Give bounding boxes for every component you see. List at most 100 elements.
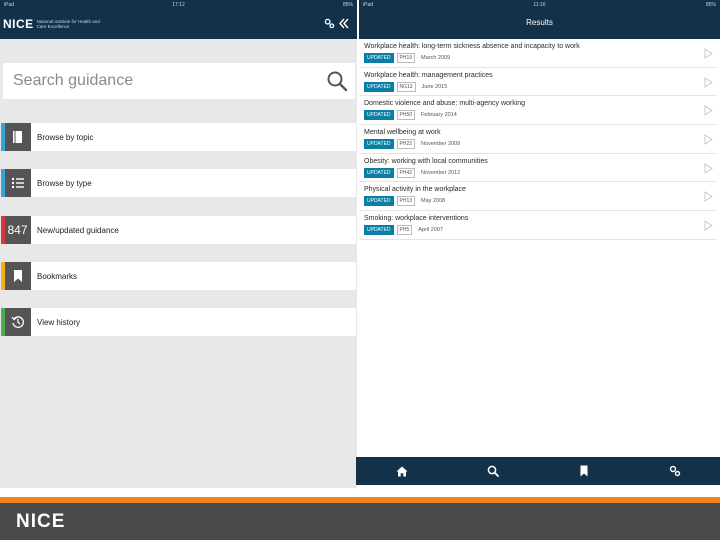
- result-date: May 2008: [421, 198, 446, 205]
- results-list: Workplace health: long-term sickness abs…: [359, 39, 717, 240]
- result-meta: UPDATED PH42 November 2012: [364, 167, 717, 178]
- tab-home[interactable]: [356, 457, 447, 485]
- search-input[interactable]: [13, 63, 313, 99]
- reference-badge: PH50: [396, 110, 416, 121]
- status-badge: UPDATED: [364, 53, 394, 63]
- play-icon[interactable]: [704, 48, 713, 59]
- accent-bar: [1, 308, 5, 336]
- nice-logo[interactable]: NICE National Institute for Health and C…: [3, 17, 101, 31]
- clock: 17:12: [172, 2, 185, 8]
- logo-subtitle: National Institute for Health and Care E…: [36, 19, 100, 29]
- status-badge: UPDATED: [364, 167, 394, 178]
- menu-label: View history: [37, 317, 80, 327]
- result-row[interactable]: Workplace health: long-term sickness abs…: [359, 39, 717, 68]
- result-date: February 2014: [421, 112, 457, 119]
- result-row[interactable]: Domestic violence and abuse: multi-agenc…: [359, 96, 717, 126]
- search-icon[interactable]: [326, 70, 348, 92]
- bookmark-icon: [580, 465, 587, 477]
- tab-search[interactable]: [447, 457, 538, 485]
- footer-bar: NICE: [0, 503, 720, 540]
- result-row[interactable]: Smoking: workplace interventions UPDATED…: [359, 211, 717, 240]
- tab-bookmarks[interactable]: [538, 457, 629, 485]
- left-pane: iPad 17:12 85% NICE National Institute f…: [0, 0, 357, 488]
- menu-new-updated-guidance[interactable]: 847 New/updated guidance: [1, 216, 356, 244]
- result-date: June 2015: [421, 83, 448, 90]
- reference-badge: PH13: [396, 196, 416, 207]
- play-icon[interactable]: [704, 105, 713, 117]
- status-badge: UPDATED: [364, 225, 394, 236]
- status-badge: UPDATED: [364, 196, 394, 207]
- result-row[interactable]: Obesity: working with local communities …: [359, 154, 717, 183]
- result-title[interactable]: Obesity: working with local communities: [364, 158, 717, 165]
- result-title[interactable]: Domestic violence and abuse: multi-agenc…: [364, 100, 717, 107]
- reference-badge: PH19: [396, 53, 416, 63]
- result-date: April 2007: [418, 227, 444, 234]
- menu-label: Browse by type: [37, 178, 92, 188]
- menu-view-history[interactable]: View history: [1, 308, 356, 336]
- result-meta: UPDATED PH22 November 2009: [364, 139, 717, 150]
- accent-bar: [1, 262, 5, 290]
- home-icon: [396, 466, 407, 476]
- result-meta: UPDATED NG13 June 2015: [364, 81, 717, 92]
- result-date: November 2009: [421, 141, 461, 148]
- status-bar-left: iPad 17:12 85%: [0, 0, 357, 10]
- book-icon: [12, 131, 22, 143]
- search-box: [3, 63, 355, 99]
- collapse-icon[interactable]: [339, 18, 349, 32]
- menu-label: Browse by topic: [37, 132, 94, 142]
- logo-word: NICE: [3, 17, 34, 31]
- result-title[interactable]: Workplace health: management practices: [364, 72, 717, 79]
- bookmark-icon: [13, 270, 22, 282]
- play-icon[interactable]: [704, 162, 713, 174]
- right-pane: iPad 11:16 85% Results Workplace health:…: [356, 0, 720, 488]
- result-date: March 2009: [421, 55, 451, 61]
- result-meta: UPDATED PH50 February 2014: [364, 110, 717, 121]
- footer-logo: NICE: [16, 511, 66, 532]
- result-title[interactable]: Mental wellbeing at work: [364, 129, 717, 136]
- accent-bar: [1, 123, 5, 151]
- search-icon: [487, 465, 499, 477]
- settings-icon: [669, 465, 680, 477]
- list-icon: [11, 177, 24, 189]
- menu-icon-box: [1, 123, 31, 151]
- app-header-left: NICE National Institute for Health and C…: [0, 10, 357, 39]
- accent-bar: [1, 216, 5, 244]
- menu-browse-by-type[interactable]: Browse by type: [1, 169, 356, 197]
- clock: 11:16: [533, 2, 546, 8]
- result-row[interactable]: Physical activity in the workplace UPDAT…: [359, 182, 717, 212]
- menu-bookmarks[interactable]: Bookmarks: [1, 262, 356, 290]
- play-icon[interactable]: [704, 220, 713, 232]
- bottom-tab-bar: [356, 457, 720, 485]
- reference-badge: PH5: [396, 225, 413, 236]
- settings-icon[interactable]: [324, 18, 335, 32]
- result-meta: UPDATED PH5 April 2007: [364, 225, 717, 236]
- status-bar-right: iPad 11:16 85%: [359, 0, 720, 10]
- battery-label: 85%: [705, 2, 716, 8]
- battery-label: 85%: [342, 2, 353, 8]
- status-badge: UPDATED: [364, 81, 394, 92]
- result-title[interactable]: Workplace health: long-term sickness abs…: [364, 43, 717, 50]
- play-icon[interactable]: [704, 76, 713, 88]
- tab-settings[interactable]: [629, 457, 720, 485]
- reference-badge: PH22: [396, 139, 416, 150]
- status-badge: UPDATED: [364, 110, 394, 121]
- result-row[interactable]: Workplace health: management practices U…: [359, 68, 717, 97]
- status-badge: UPDATED: [364, 139, 394, 150]
- result-meta: UPDATED PH13 May 2008: [364, 196, 717, 207]
- page-title: Results: [526, 18, 553, 27]
- menu-icon-box: 847: [1, 216, 31, 244]
- menu-icon-box: [1, 262, 31, 290]
- menu-icon-box: [1, 308, 31, 336]
- play-icon[interactable]: [704, 191, 713, 203]
- result-row[interactable]: Mental wellbeing at work UPDATED PH22 No…: [359, 125, 717, 154]
- reference-badge: NG13: [396, 81, 416, 92]
- result-title[interactable]: Physical activity in the workplace: [364, 186, 717, 193]
- menu-browse-by-topic[interactable]: Browse by topic: [1, 123, 356, 151]
- header-icons: [324, 18, 349, 32]
- menu-label: New/updated guidance: [37, 225, 119, 235]
- result-meta: UPDATED PH19 March 2009: [364, 53, 717, 63]
- accent-bar: [1, 169, 5, 197]
- menu-label: Bookmarks: [37, 271, 78, 281]
- result-title[interactable]: Smoking: workplace interventions: [364, 215, 717, 222]
- play-icon[interactable]: [704, 134, 713, 145]
